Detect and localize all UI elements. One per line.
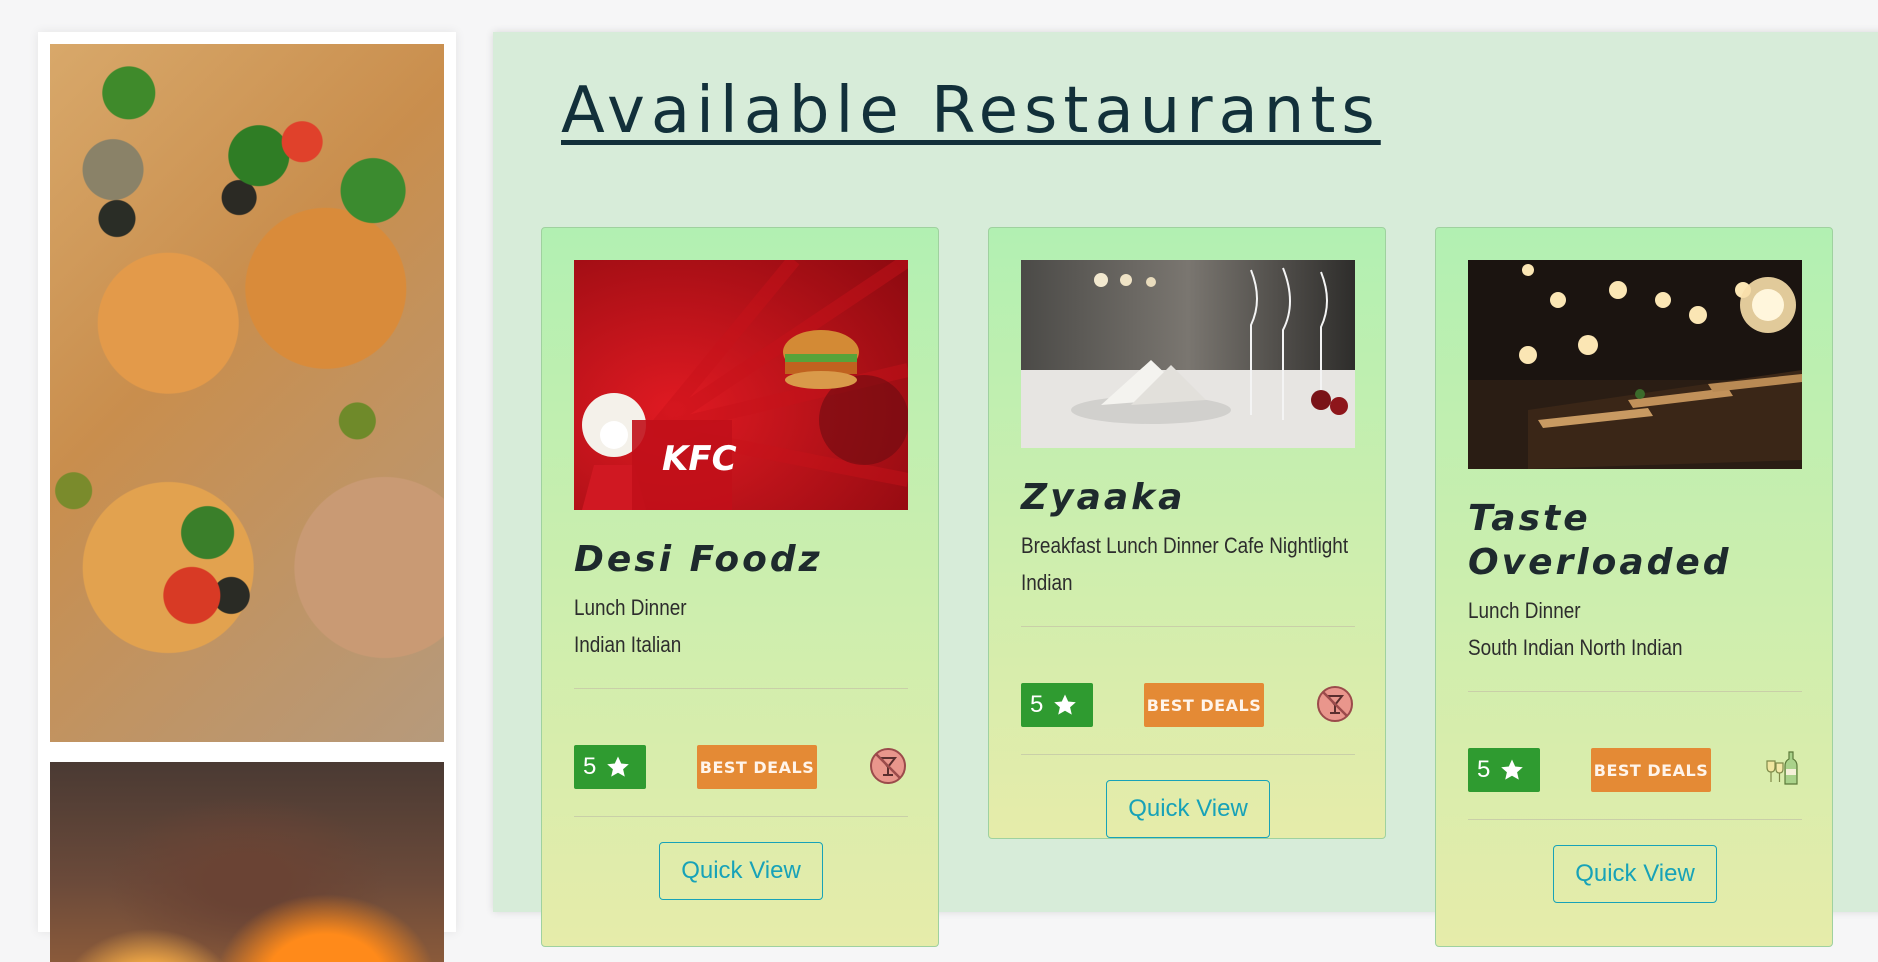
no-alcohol-icon xyxy=(1317,686,1353,722)
star-icon xyxy=(1501,759,1524,780)
meal-types: Lunch Dinner xyxy=(1468,598,1581,623)
quick-view-button[interactable]: Quick View xyxy=(1553,845,1717,903)
divider xyxy=(574,688,908,689)
restaurant-name: Zyaaka xyxy=(1021,477,1186,518)
photo-sidebar xyxy=(38,32,456,962)
rating-badge: 5 xyxy=(1468,748,1540,792)
star-icon xyxy=(1054,694,1077,715)
restaurant-card: Zyaaka Breakfast Lunch Dinner Cafe Night… xyxy=(988,227,1386,839)
no-alcohol-icon xyxy=(870,748,906,784)
meal-types: Breakfast Lunch Dinner Cafe Nightlight xyxy=(1021,533,1349,558)
rating-value: 5 xyxy=(1477,756,1491,783)
restaurant-name: Desi Foodz xyxy=(574,539,823,580)
quick-view-button[interactable]: Quick View xyxy=(1106,780,1270,838)
star-icon xyxy=(607,756,630,777)
kfc-logo-text: KFC xyxy=(662,439,737,479)
best-deals-badge: BEST DEALS xyxy=(697,745,817,789)
divider xyxy=(1468,691,1802,692)
divider xyxy=(574,816,908,817)
restaurant-image xyxy=(1021,260,1355,448)
divider xyxy=(1468,819,1802,820)
grill-fire-photo xyxy=(50,762,444,962)
best-deals-badge: BEST DEALS xyxy=(1591,748,1711,792)
restaurant-name-line-1: Taste xyxy=(1468,498,1591,539)
restaurants-panel: Available Restaurants KFC Desi Foodz Lun… xyxy=(493,32,1878,947)
rating-value: 5 xyxy=(1030,691,1044,718)
restaurant-image: KFC xyxy=(574,260,908,510)
best-deals-badge: BEST DEALS xyxy=(1144,683,1264,727)
rating-value: 5 xyxy=(583,753,597,780)
rating-badge: 5 xyxy=(574,745,646,789)
restaurant-card: KFC Desi Foodz Lunch Dinner Indian Itali… xyxy=(541,227,939,947)
restaurant-image xyxy=(1468,260,1802,469)
divider xyxy=(1021,754,1355,755)
quick-view-button[interactable]: Quick View xyxy=(659,842,823,900)
cuisine-types: Indian Italian xyxy=(574,632,682,657)
meal-types: Lunch Dinner xyxy=(574,595,687,620)
restaurant-card: Taste Overloaded Lunch Dinner South Indi… xyxy=(1435,227,1833,947)
wine-bottle-icon xyxy=(1766,751,1798,785)
divider xyxy=(1021,626,1355,627)
restaurant-name: Taste Overloaded xyxy=(1468,497,1732,585)
cuisine-types: South Indian North Indian xyxy=(1468,635,1683,660)
cuisine-types: Indian xyxy=(1021,570,1073,595)
pizza-photo xyxy=(50,44,444,742)
restaurant-name-line-2: Overloaded xyxy=(1468,542,1732,583)
page-title: Available Restaurants xyxy=(561,74,1381,148)
rating-badge: 5 xyxy=(1021,683,1093,727)
